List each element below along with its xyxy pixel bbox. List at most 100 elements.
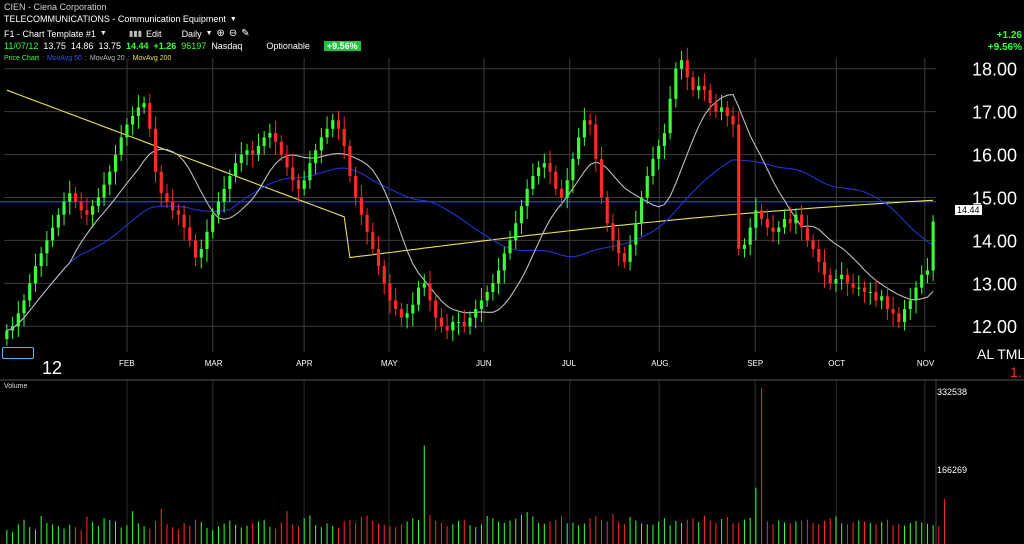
candle-body [731,115,735,125]
candle-body [468,317,472,327]
candle-body [16,313,20,327]
candle-body [880,296,884,301]
candle-body [142,103,146,108]
candle-body [336,120,341,129]
candle-body [136,107,140,116]
price-chart[interactable]: 18.0017.0016.0015.0014.0013.0012.00FEB MA… [0,0,1024,544]
candle-body [800,214,804,228]
candle-body [920,274,924,288]
ma200-line [6,89,934,259]
candle-body [416,287,421,305]
candle-body [697,85,701,91]
candle-body [262,137,266,146]
candle-body [897,313,901,322]
candle-body [365,214,369,232]
candle-body [914,287,918,301]
candle-body [834,279,838,284]
candle-body [491,283,495,292]
candle-body [794,214,798,224]
candle-body [274,133,278,142]
candle-body [256,145,261,155]
candle-body [199,248,203,258]
candle-body [605,197,609,224]
candle-body [588,120,592,125]
candle-body [497,270,501,284]
candle-body [445,326,449,331]
candle-body [342,128,346,146]
candle-body [519,206,524,224]
candle-body [456,321,461,323]
candle-body [931,221,935,271]
candle-body [422,283,426,288]
candle-body [376,248,381,267]
candle-body [702,85,707,91]
price-tag: 14.44 [955,205,982,215]
candle-body [411,304,415,314]
candle-body [868,291,872,293]
al-tml-label[interactable]: AL TML [977,346,1024,362]
candle-body [188,227,192,241]
candle-body [268,133,272,138]
candle-body [45,240,49,254]
candle-body [91,206,95,215]
candle-body [171,201,175,211]
candle-body [502,253,506,271]
candle-body [233,163,238,177]
candle-body [405,313,409,318]
candle-body [599,158,604,198]
candle-body [159,171,163,194]
candle-body [685,60,689,78]
candle-body [439,317,443,327]
candle-body [22,300,26,314]
candle-body [228,176,232,189]
candle-body [708,90,712,104]
candle-body [131,115,135,125]
candle-body [314,150,318,164]
candle-body [148,103,152,129]
candle-body [331,120,335,129]
scroll-marker[interactable] [2,347,34,359]
candle-body [388,283,392,301]
candle-body [319,137,323,151]
candle-body [11,326,15,331]
candle-body [462,321,466,327]
candle-body [822,261,827,275]
candle-body [565,180,569,198]
candle-body [451,321,455,331]
candle-body [571,158,575,181]
candle-body [325,128,329,138]
candle-body [125,124,129,138]
candle-body [674,68,678,99]
candle-body [559,188,564,198]
candle-body [79,201,83,211]
candle-body [760,210,764,219]
candle-body [96,197,100,207]
year-label: 12 [42,358,63,378]
candle-body [925,270,929,275]
candle-body [862,287,867,292]
candle-body [845,274,849,284]
candle-body [771,227,775,232]
candle-body [805,227,809,241]
candle-body [628,244,632,262]
candle-body [474,309,478,318]
candle-body [777,227,781,232]
candle-body [399,309,403,318]
candle-body [68,193,72,202]
x-tick-label: JUL [562,359,577,368]
volume-title: Volume [4,383,28,390]
candle-body [251,150,255,155]
y-tick-label: 13.00 [972,274,1017,294]
al-tml-value: 1. [1010,364,1022,380]
candle-body [754,210,758,228]
candle-body [857,287,861,289]
x-tick-label: SEP [747,359,763,368]
candle-body [622,253,626,262]
y-tick-label: 17.00 [972,103,1017,123]
candle-body [742,244,747,249]
candle-body [308,163,312,181]
candle-body [291,167,295,181]
candle-body [108,171,112,185]
candle-body [737,124,741,249]
candle-body [279,141,283,155]
